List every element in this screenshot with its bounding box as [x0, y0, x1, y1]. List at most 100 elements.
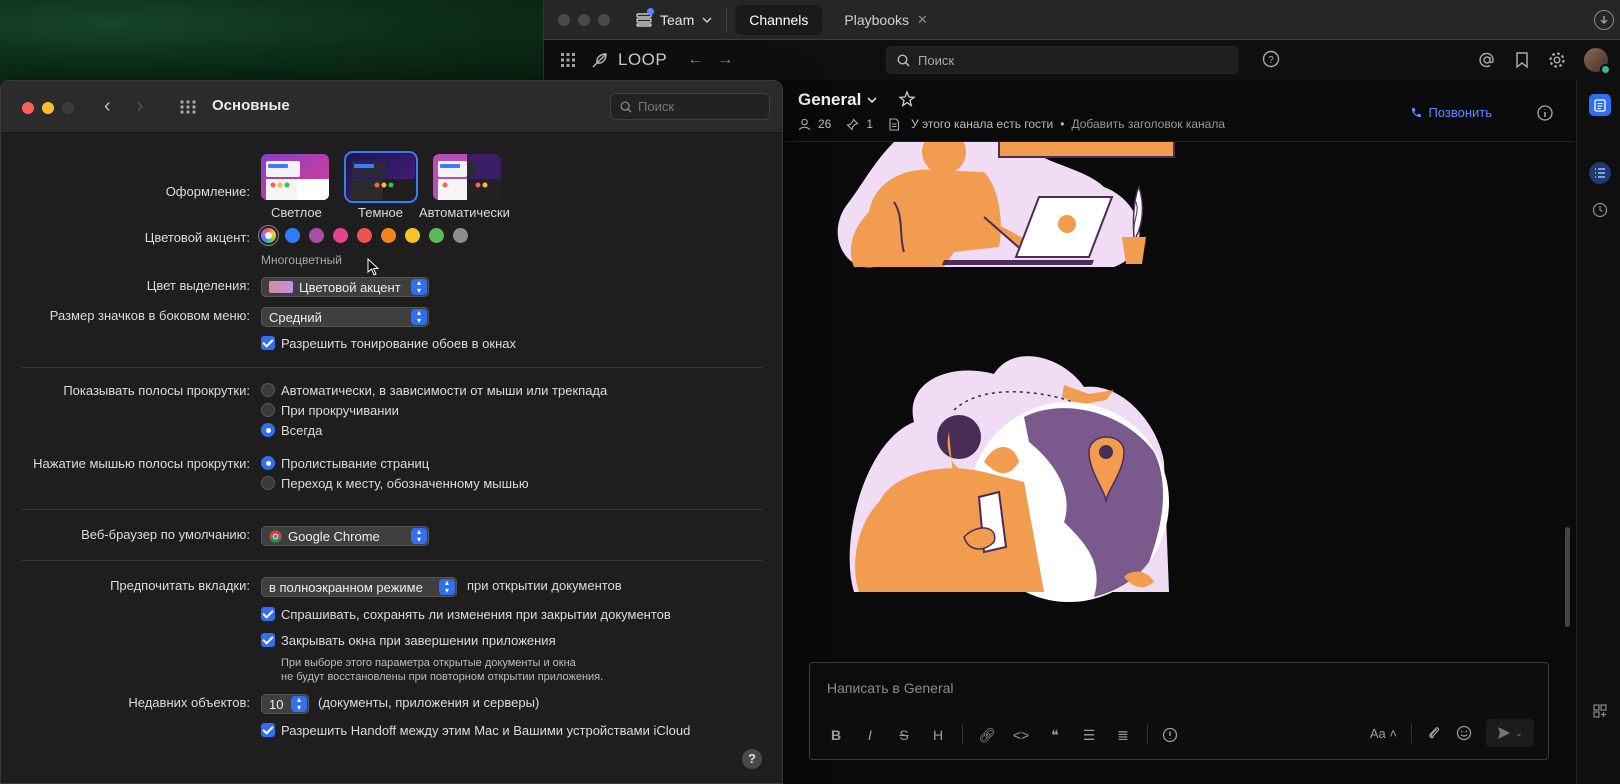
appearance-auto-option[interactable] [433, 154, 501, 200]
bookmark-icon[interactable] [1514, 51, 1530, 69]
radio-button[interactable] [261, 403, 275, 417]
zoom-window-button[interactable] [62, 102, 74, 114]
info-icon[interactable] [1536, 104, 1554, 122]
app-bar [1576, 80, 1620, 784]
minimize-window-button[interactable] [578, 13, 590, 26]
italic-button[interactable]: I [860, 727, 880, 743]
select-arrows-icon: ▴ ▾ [411, 309, 427, 325]
message-composer[interactable]: Написать в General B I S H 🔗︎ <> ❝ ☰ ≣ A… [809, 662, 1549, 760]
handoff-checkbox[interactable]: Разрешить Handoff между этим Mac и Вашим… [261, 723, 690, 738]
close-window-button[interactable] [558, 13, 570, 26]
forward-chevron-icon[interactable]: › [137, 95, 144, 118]
close-windows-checkbox[interactable]: Закрывать окна при завершении приложения [261, 633, 556, 648]
accent-pink-swatch[interactable] [333, 228, 348, 243]
pinned-count[interactable]: 1 [866, 117, 873, 131]
appearance-label: Оформление: [165, 184, 250, 199]
send-button[interactable]: ⌄ [1486, 719, 1534, 747]
radio-button[interactable] [261, 383, 275, 397]
scroll-click-option-page[interactable]: Пролистывание страниц [261, 456, 429, 471]
appearance-dark-option[interactable] [344, 151, 418, 203]
attachment-icon[interactable] [1426, 725, 1442, 741]
settings-titlebar: ‹ › Основные Поиск [1, 81, 782, 133]
tab-channels[interactable]: Channels [735, 4, 823, 35]
message-input[interactable]: Написать в General [827, 680, 954, 696]
scroll-click-option-spot[interactable]: Переход к месту, обозначенному мышью [261, 476, 529, 491]
scrollbars-option-auto[interactable]: Автоматически, в зависимости от мыши или… [261, 383, 607, 398]
accent-graphite-swatch[interactable] [453, 228, 468, 243]
code-icon[interactable]: <> [1011, 727, 1031, 743]
radio-button[interactable] [261, 476, 275, 490]
ask-save-checkbox[interactable]: Спрашивать, сохранять ли изменения при з… [261, 607, 671, 622]
favorite-star-icon[interactable] [898, 90, 916, 108]
note-line: При выборе этого параметра открытые доку… [281, 657, 576, 669]
back-arrow-icon[interactable]: ← [687, 51, 703, 69]
accent-multicolor-swatch[interactable] [261, 228, 276, 243]
help-button[interactable]: ? [742, 749, 762, 769]
wallpaper-tinting-checkbox[interactable]: Разрешить тонирование обоев в окнах [261, 336, 516, 351]
scrollbars-option-scrolling[interactable]: При прокручивании [261, 403, 399, 418]
heading-button[interactable]: H [928, 727, 948, 743]
team-switcher[interactable]: Team [636, 7, 712, 28]
accent-blue-swatch[interactable] [285, 228, 300, 243]
download-icon[interactable] [1594, 10, 1614, 30]
apps-icon[interactable] [1589, 700, 1611, 722]
recent-items-select[interactable]: 10 ▴ ▾ [261, 694, 309, 714]
search-input[interactable]: Поиск [610, 93, 770, 120]
emoji-icon[interactable] [1456, 725, 1472, 741]
gear-icon[interactable] [1548, 51, 1566, 69]
default-browser-select[interactable]: Google Chrome ▴ ▾ [261, 526, 429, 546]
clipboard-icon[interactable] [1589, 94, 1611, 116]
radio-button-selected[interactable] [261, 423, 275, 437]
channel-header: General 26 1 У этого канала есть гости •… [784, 80, 1574, 142]
channel-name-button[interactable]: General [798, 90, 877, 110]
back-chevron-icon[interactable]: ‹ [104, 95, 111, 118]
call-button[interactable]: Позвонить [1410, 105, 1492, 120]
members-count[interactable]: 26 [818, 117, 831, 131]
forward-arrow-icon[interactable]: → [717, 51, 733, 69]
add-channel-header-link[interactable]: Добавить заголовок канала [1071, 117, 1225, 131]
sidebar-icon-size-select[interactable]: Средний ▴ ▾ [261, 307, 429, 327]
accent-yellow-swatch[interactable] [405, 228, 420, 243]
zoom-window-button[interactable] [598, 13, 610, 26]
accent-green-swatch[interactable] [429, 228, 444, 243]
scrollbars-option-always[interactable]: Всегда [261, 423, 322, 438]
show-all-grid-icon[interactable] [179, 99, 197, 115]
members-icon[interactable] [798, 118, 811, 131]
radio-button-selected[interactable] [261, 456, 275, 470]
close-window-button[interactable] [22, 102, 34, 114]
checkbox-checked[interactable] [261, 723, 275, 737]
clock-icon[interactable] [1589, 199, 1611, 221]
close-tab-icon[interactable]: ✕ [917, 12, 928, 28]
formatting-toolbar: B I S H 🔗︎ <> ❝ ☰ ≣ [826, 725, 1178, 745]
accent-purple-swatch[interactable] [309, 228, 324, 243]
product-menu-icon[interactable] [560, 52, 576, 68]
checkbox-checked[interactable] [261, 633, 275, 647]
help-icon[interactable]: ? [1262, 50, 1280, 68]
message-list[interactable] [784, 142, 1574, 657]
pin-icon[interactable] [846, 118, 859, 131]
prefer-tabs-select[interactable]: в полноэкранном режиме ▴ ▾ [261, 577, 457, 597]
accent-red-swatch[interactable] [357, 228, 372, 243]
priority-icon[interactable] [1162, 727, 1178, 743]
tab-playbooks[interactable]: Playbooks ✕ [830, 5, 942, 35]
text-size-button[interactable]: Aa ˄ [1370, 726, 1397, 741]
highlight-color-select[interactable]: Цветовой акцент ▴ ▾ [261, 277, 429, 297]
playbooks-list-icon[interactable] [1589, 162, 1611, 184]
numbered-list-icon[interactable]: ≣ [1113, 727, 1133, 744]
checkbox-checked[interactable] [261, 336, 275, 350]
minimize-window-button[interactable] [42, 102, 54, 114]
chevron-down-icon[interactable]: ⌄ [1515, 728, 1523, 739]
bulleted-list-icon[interactable]: ☰ [1079, 727, 1099, 744]
bold-button[interactable]: B [826, 727, 846, 743]
mentions-icon[interactable] [1478, 51, 1496, 69]
appearance-light-option[interactable] [261, 154, 329, 200]
checkbox-checked[interactable] [261, 607, 275, 621]
channel-name: General [798, 90, 862, 109]
link-icon[interactable]: 🔗︎ [977, 727, 997, 744]
search-input[interactable]: Поиск [886, 46, 1238, 74]
scrollbar[interactable] [1565, 527, 1570, 627]
user-avatar[interactable] [1584, 48, 1611, 75]
accent-orange-swatch[interactable] [381, 228, 396, 243]
strikethrough-button[interactable]: S [894, 727, 914, 743]
quote-icon[interactable]: ❝ [1045, 727, 1065, 744]
